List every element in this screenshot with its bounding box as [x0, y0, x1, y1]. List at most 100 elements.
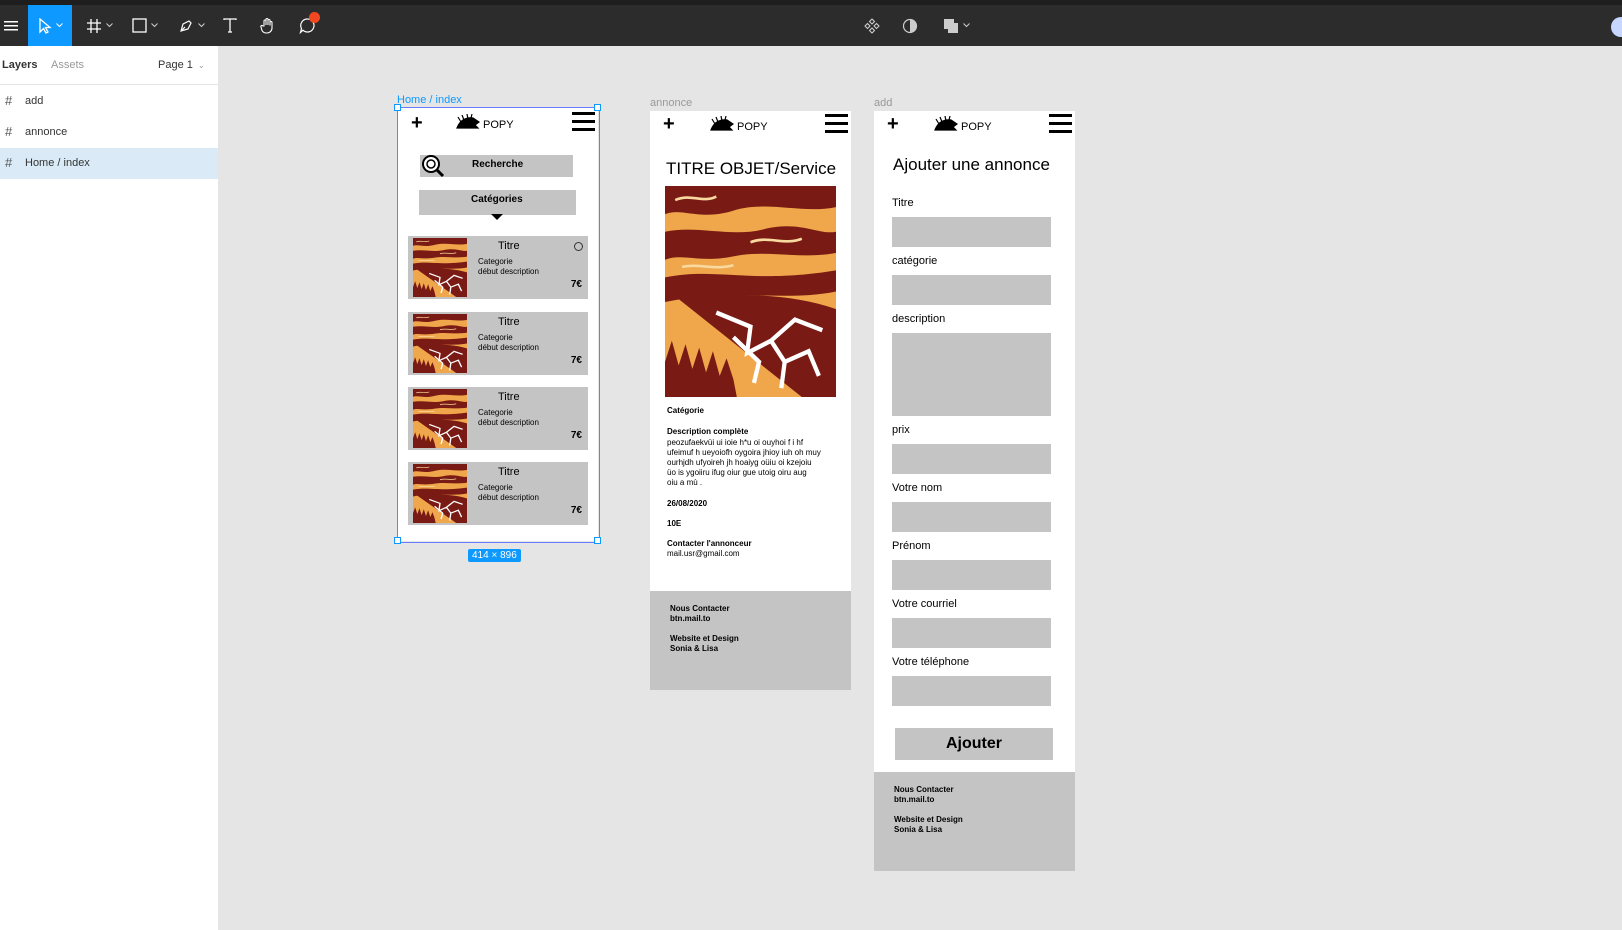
listing-card[interactable]: Titre Categorie début description 7€	[408, 387, 588, 450]
card-title: Titre	[498, 391, 520, 403]
listing-image	[413, 389, 467, 448]
resize-handle[interactable]	[394, 537, 401, 544]
pen-icon	[178, 18, 194, 34]
form-title: Ajouter une annonce	[893, 155, 1050, 174]
last-name-input[interactable]	[892, 502, 1051, 532]
boolean-button[interactable]	[938, 5, 974, 46]
plus-icon[interactable]: +	[411, 113, 423, 133]
notification-dot	[309, 12, 320, 23]
listing-image	[665, 186, 836, 397]
search-bar[interactable]: Recherche	[420, 155, 573, 178]
card-category-text: Categorie	[478, 257, 513, 266]
mobile-header: + POPY	[398, 108, 598, 138]
resize-handle[interactable]	[394, 104, 401, 111]
plus-icon[interactable]: +	[887, 114, 899, 134]
pen-tool-button[interactable]	[172, 5, 210, 46]
listing-card[interactable]: Titre Categorie début description 7€	[408, 462, 588, 525]
footer-contact: Nous Contacter btn.mail.to	[670, 604, 730, 624]
card-description: début description	[478, 493, 539, 502]
footer-contact-label: Nous Contacter	[894, 785, 954, 794]
page-selector[interactable]: Page 1 ⌄	[158, 59, 205, 71]
layer-add[interactable]: # add	[0, 86, 218, 117]
frame-tool-button[interactable]	[80, 5, 118, 46]
layer-annonce[interactable]: # annonce	[0, 117, 218, 148]
add-button[interactable]: Ajouter	[895, 728, 1053, 760]
description-textarea[interactable]	[892, 333, 1051, 416]
frame-icon	[86, 18, 102, 34]
layer-home-index[interactable]: # Home / index	[0, 148, 218, 179]
frame-label-add[interactable]: add	[874, 97, 892, 109]
categories-label: Catégories	[471, 194, 523, 205]
chevron-down-icon	[151, 23, 158, 28]
contact-email[interactable]: mail.usr@gmail.com	[667, 549, 740, 559]
card-category: Categorie début description	[478, 408, 539, 428]
card-description: début description	[478, 267, 539, 276]
hamburger-icon[interactable]	[825, 114, 848, 134]
hamburger-icon[interactable]	[572, 112, 595, 132]
listing-card[interactable]: Titre Categorie début description 7€	[408, 312, 588, 375]
select-radio[interactable]	[574, 242, 583, 251]
search-label: Recherche	[472, 159, 524, 170]
card-title: Titre	[498, 466, 520, 478]
logo: POPY	[710, 115, 768, 137]
footer-credits: Website et Design Sonia & Lisa	[894, 815, 963, 835]
text-tool-button[interactable]	[218, 5, 242, 46]
footer-contact-label: Nous Contacter	[670, 604, 730, 613]
card-description: début description	[478, 343, 539, 352]
comment-tool-button[interactable]	[294, 5, 320, 46]
field-label: catégorie	[892, 255, 938, 267]
frame-annonce[interactable]: + POPY TITRE OBJET/Service Catégorie Des…	[650, 111, 851, 690]
shape-tool-button[interactable]	[126, 5, 164, 46]
footer: Nous Contacter btn.mail.to Website et De…	[650, 591, 851, 690]
card-title: Titre	[498, 316, 520, 328]
title-input[interactable]	[892, 217, 1051, 247]
logo: POPY	[934, 115, 992, 137]
tab-assets[interactable]: Assets	[51, 59, 84, 71]
field-label: description	[892, 313, 946, 325]
resize-handle[interactable]	[594, 537, 601, 544]
resize-handle[interactable]	[594, 104, 601, 111]
logo-text: POPY	[961, 120, 992, 133]
hand-tool-button[interactable]	[256, 5, 280, 46]
text-icon	[223, 18, 237, 33]
layers-panel: Layers Assets Page 1 ⌄ # add # annonce #…	[0, 46, 219, 930]
layer-label: annonce	[25, 126, 68, 138]
categories-dropdown[interactable]: Catégories	[419, 190, 576, 220]
field-label: Prénom	[892, 540, 931, 552]
footer-contact-link[interactable]: btn.mail.to	[894, 795, 954, 805]
chevron-down-icon	[197, 23, 205, 28]
listing-image	[413, 314, 467, 373]
mask-button[interactable]	[898, 5, 922, 46]
logo-text: POPY	[483, 118, 514, 131]
listing-card[interactable]: Titre Categorie début description 7€	[408, 236, 588, 299]
email-input[interactable]	[892, 618, 1051, 648]
components-icon	[864, 17, 880, 34]
category-input[interactable]	[892, 275, 1051, 305]
footer-contact-link[interactable]: btn.mail.to	[670, 614, 730, 624]
field-label: prix	[892, 424, 910, 436]
layer-label: add	[25, 95, 44, 107]
card-category-text: Categorie	[478, 483, 513, 492]
field-label: Titre	[892, 197, 914, 209]
frame-home[interactable]: + POPY Recherche Catégories Titre Catego…	[398, 108, 598, 541]
frame-label-home[interactable]: Home / index	[397, 94, 462, 106]
hamburger-icon[interactable]	[1049, 114, 1072, 134]
frame-label-annonce[interactable]: annonce	[650, 97, 692, 109]
plus-icon[interactable]: +	[663, 114, 675, 134]
user-avatar[interactable]	[1611, 17, 1622, 37]
phone-input[interactable]	[892, 676, 1051, 706]
size-badge: 414 × 896	[468, 549, 521, 562]
footer-credits: Website et Design Sonia & Lisa	[670, 634, 739, 654]
footer-credits-names: Sonia & Lisa	[670, 644, 719, 653]
components-button[interactable]	[860, 5, 884, 46]
price-input[interactable]	[892, 444, 1051, 474]
description-line: ufeimuf h ueyoiofh oygoira jhioy iuh oh …	[667, 448, 821, 457]
first-name-input[interactable]	[892, 560, 1051, 590]
tab-layers[interactable]: Layers	[2, 59, 37, 71]
listing-title: TITRE OBJET/Service	[666, 159, 837, 178]
menu-icon[interactable]	[0, 5, 22, 46]
move-tool-button[interactable]	[28, 5, 72, 46]
frame-add[interactable]: + POPY Ajouter une annonce Titre catégor…	[874, 111, 1075, 871]
card-description: début description	[478, 418, 539, 427]
mobile-header: + POPY	[650, 111, 851, 141]
